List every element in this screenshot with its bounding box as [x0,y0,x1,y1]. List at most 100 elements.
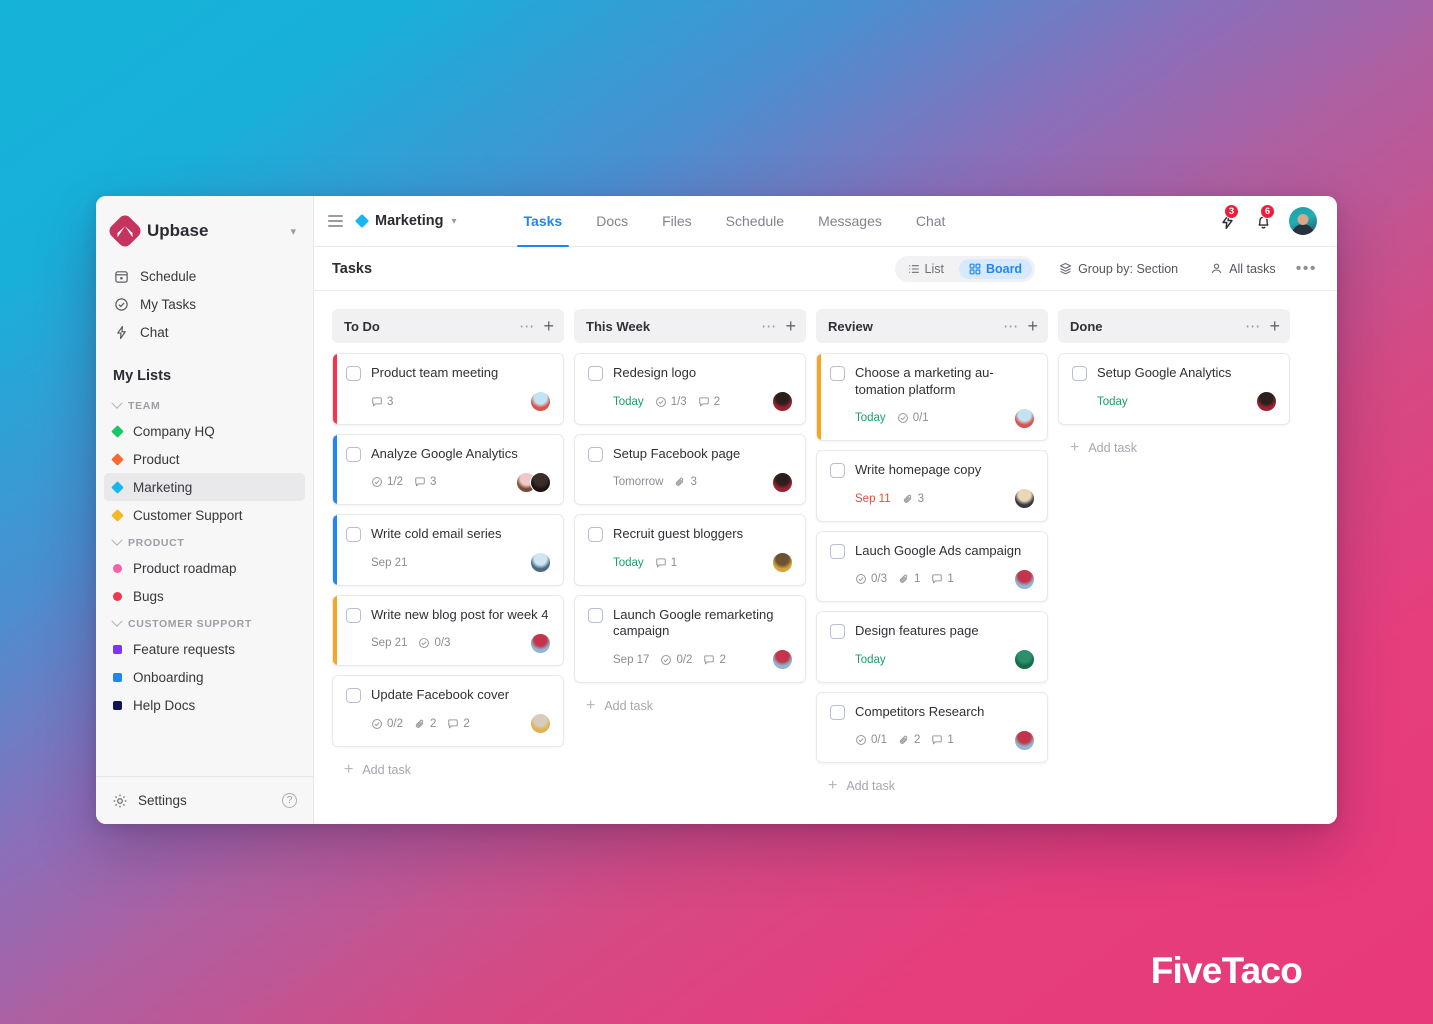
task-checkbox[interactable] [346,607,361,623]
task-card[interactable]: Analyze Google Analytics 1/2 3 [332,433,564,505]
sidebar-list-product[interactable]: Product [104,445,305,473]
comment-icon [698,396,710,408]
column-add-button[interactable]: + [541,317,556,335]
task-checkbox[interactable] [830,624,845,639]
task-checkbox[interactable] [346,527,361,542]
view-list-button[interactable]: List [898,259,954,279]
sidebar-item-chat[interactable]: Chat [104,318,305,346]
help-icon[interactable]: ? [282,793,297,808]
column-more-button[interactable]: ⋯ [997,319,1025,334]
task-card[interactable]: Product team meeting 3 [332,353,564,425]
task-card[interactable]: Choose a marketing au­tomation platform T… [816,353,1048,441]
sidebar-group-product[interactable]: PRODUCT [96,529,313,554]
task-checkbox[interactable] [588,366,603,381]
task-checkbox[interactable] [830,704,845,720]
task-checkbox[interactable] [830,366,845,381]
task-card[interactable]: Setup Google Analytics Today [1058,353,1290,425]
column-more-button[interactable]: ⋯ [1239,319,1267,334]
task-card[interactable]: Competitors Research 0/1 2 1 [816,691,1048,763]
tab-files[interactable]: Files [645,196,709,246]
view-board-button[interactable]: Board [958,258,1033,279]
avatar[interactable] [772,471,793,493]
task-card[interactable]: Design features page Today [816,611,1048,683]
column-add-button[interactable]: + [783,317,798,335]
tab-tasks[interactable]: Tasks [507,196,580,247]
tab-schedule[interactable]: Schedule [709,196,801,246]
sidebar-group-team[interactable]: TEAM [96,392,313,417]
toolbar-more-button[interactable]: ••• [1290,260,1323,277]
gear-icon[interactable] [112,793,128,809]
task-checkbox[interactable] [588,446,603,462]
add-task-button[interactable]: + Add task [332,756,564,784]
task-checkbox[interactable] [830,463,845,478]
avatar[interactable] [530,391,551,412]
sidebar-list-marketing[interactable]: Marketing [104,473,305,501]
sidebar-item-schedule[interactable]: Schedule [104,262,305,290]
task-checkbox[interactable] [830,543,845,559]
task-card[interactable]: Write new blog post for week 4 Sep 21 0/3 [332,594,564,666]
avatar[interactable] [530,632,551,654]
chevron-down-icon[interactable]: ▾ [452,216,457,227]
chevron-down-icon[interactable]: ▾ [290,225,299,238]
task-card[interactable]: Recruit guest bloggers Today 1 [574,514,806,586]
avatar[interactable] [530,552,551,573]
user-avatar[interactable] [1289,207,1317,235]
task-checkbox[interactable] [346,446,361,462]
column-add-button[interactable]: + [1267,317,1282,335]
tab-chat[interactable]: Chat [899,196,963,246]
sidebar-list-company-hq[interactable]: Company HQ [104,417,305,445]
avatar[interactable] [1014,568,1035,590]
avatar[interactable] [1256,391,1277,412]
avatar[interactable] [772,552,793,573]
comment-icon [447,718,459,730]
avatar[interactable] [530,713,551,734]
settings-label[interactable]: Settings [138,793,272,808]
sidebar-list-bugs[interactable]: Bugs [104,582,305,610]
task-card[interactable]: Launch Google remarketing campaign Sep 17… [574,594,806,683]
sidebar-list-help-docs[interactable]: Help Docs [104,691,305,719]
sidebar-list-product-roadmap[interactable]: Product roadmap [104,554,305,582]
add-task-button[interactable]: + Add task [1058,434,1290,462]
avatar[interactable] [530,471,551,493]
tab-messages[interactable]: Messages [801,196,899,246]
hamburger-menu-icon[interactable] [328,215,343,227]
avatar[interactable] [1014,729,1035,751]
avatar[interactable] [772,391,793,412]
task-card[interactable]: Redesign logo Today 1/3 2 [574,353,806,425]
column-add-button[interactable]: + [1025,317,1040,335]
task-checkbox[interactable] [588,527,603,542]
add-task-button[interactable]: + Add task [816,772,1048,800]
sidebar-list-feature-requests[interactable]: Feature requests [104,635,305,663]
task-checkbox[interactable] [346,688,361,703]
notifications-bell-button[interactable]: 6 [1253,204,1275,231]
avatar[interactable] [1014,649,1035,670]
avatar[interactable] [772,649,793,670]
space-selector[interactable]: Marketing ▾ [354,213,457,229]
add-task-button[interactable]: + Add task [574,692,806,720]
tab-docs[interactable]: Docs [579,196,645,246]
task-assignees [1014,407,1035,429]
column-more-button[interactable]: ⋯ [513,319,541,334]
task-card[interactable]: Update Facebook cover 0/2 2 2 [332,675,564,747]
column-more-button[interactable]: ⋯ [755,319,783,334]
group-by-button[interactable]: Group by: Section [1051,258,1186,280]
task-card[interactable]: Write homepage copy Sep 11 3 [816,450,1048,522]
activity-bolt-button[interactable]: 3 [1217,204,1239,231]
task-checkbox[interactable] [1072,366,1087,381]
sidebar-group-customer-support[interactable]: CUSTOMER SUPPORT [96,610,313,635]
task-card[interactable]: Write cold email series Sep 21 [332,514,564,586]
avatar[interactable] [1014,488,1035,509]
sidebar-list-onboarding[interactable]: Onboarding [104,663,305,691]
avatar[interactable] [1014,407,1035,429]
sidebar-item-my-tasks[interactable]: My Tasks [104,290,305,318]
task-card[interactable]: Lauch Google Ads campaign 0/3 1 1 [816,530,1048,602]
brand-header[interactable]: Upbase ▾ [96,196,313,262]
all-tasks-filter-button[interactable]: All tasks [1202,258,1284,280]
task-due-date: Today [855,653,886,666]
task-checkbox[interactable] [346,366,361,381]
task-assignees [530,713,551,734]
sidebar-list-customer-support[interactable]: Customer Support [104,501,305,529]
task-checkbox[interactable] [588,607,603,623]
kanban-board[interactable]: To Do ⋯ + Product team meeting 3 Analyze Goog… [314,291,1337,824]
task-card[interactable]: Setup Facebook page Tomorrow 3 [574,433,806,505]
